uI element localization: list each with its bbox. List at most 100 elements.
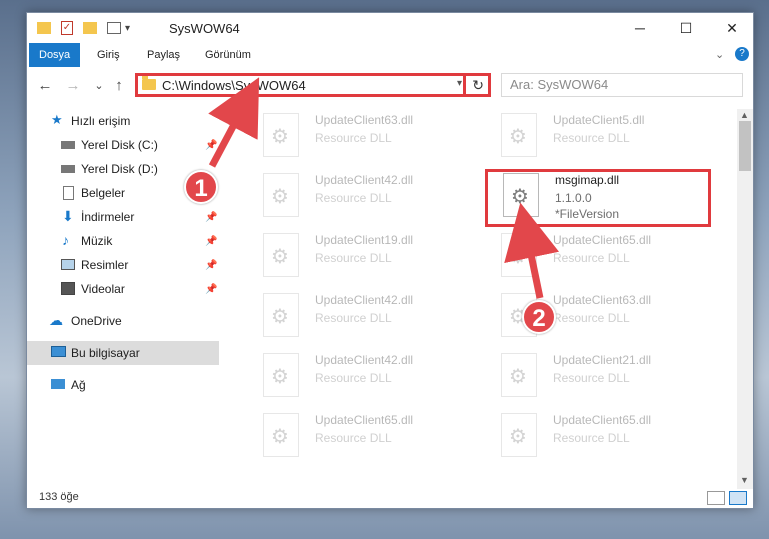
vertical-scrollbar[interactable]: ▲ ▼ — [737, 109, 753, 489]
list-item[interactable]: UpdateClient63.dll Resource DLL — [485, 291, 715, 343]
new-folder-icon[interactable] — [83, 22, 97, 34]
customize-dropdown-icon[interactable]: ▾ — [125, 23, 130, 34]
file-type: Resource DLL — [553, 131, 630, 145]
file-name: UpdateClient63.dll — [553, 293, 652, 307]
close-button[interactable]: ✕ — [709, 13, 755, 43]
large-icons-view-icon[interactable] — [729, 491, 747, 505]
dll-file-icon — [263, 293, 299, 337]
document-icon — [63, 186, 74, 200]
file-type: Resource DLL — [553, 251, 630, 265]
view-menu-icon[interactable] — [107, 22, 121, 34]
sidebar-item-quick-access[interactable]: ★ Hızlı erişim — [27, 109, 219, 133]
details-view-icon[interactable] — [707, 491, 725, 505]
file-type: Resource DLL — [553, 371, 630, 385]
sidebar-item-label: Bu bilgisayar — [71, 346, 140, 360]
tab-view[interactable]: Görünüm — [195, 43, 261, 67]
star-icon: ★ — [51, 112, 63, 127]
sidebar-item-onedrive[interactable]: ☁ OneDrive — [27, 309, 219, 333]
help-icon[interactable]: ? — [735, 47, 749, 61]
sidebar-item-music[interactable]: ♪ Müzik 📌 — [27, 229, 219, 253]
picture-icon — [61, 259, 75, 270]
dll-file-icon — [501, 353, 537, 397]
back-button[interactable]: ← — [35, 75, 55, 95]
sidebar-item-label: Resimler — [81, 258, 129, 272]
computer-icon — [51, 346, 66, 357]
tab-home[interactable]: Giriş — [87, 43, 130, 67]
list-item[interactable]: UpdateClient42.dll Resource DLL — [247, 351, 477, 403]
dll-file-icon — [501, 233, 537, 277]
file-type: Resource DLL — [315, 131, 392, 145]
maximize-button[interactable]: ☐ — [663, 13, 709, 43]
music-icon: ♪ — [62, 232, 69, 248]
address-text: C:\Windows\SysWOW64 — [162, 77, 306, 93]
file-type: Resource DLL — [315, 191, 392, 205]
sidebar-item-pictures[interactable]: Resimler 📌 — [27, 253, 219, 277]
sidebar-item-downloads[interactable]: ⬇ İndirmeler 📌 — [27, 205, 219, 229]
list-item[interactable]: UpdateClient5.dll Resource DLL — [485, 111, 715, 163]
sidebar-item-this-pc[interactable]: Bu bilgisayar — [27, 341, 219, 365]
properties-icon[interactable]: ✓ — [61, 21, 73, 35]
sidebar-item-label: Yerel Disk (D:) — [81, 162, 158, 176]
quick-access-toolbar: ✓ ▾ — [37, 19, 130, 37]
pin-icon[interactable]: 📌 — [205, 140, 217, 151]
ribbon-tabs: Dosya Giriş Paylaş Görünüm ⌄ ? — [27, 43, 753, 67]
step-marker-2: 2 — [522, 300, 556, 334]
file-name: UpdateClient21.dll — [553, 353, 652, 367]
file-type: Resource DLL — [315, 431, 392, 445]
scroll-thumb[interactable] — [739, 121, 751, 171]
list-item[interactable]: UpdateClient65.dll Resource DLL — [485, 411, 715, 463]
pin-icon[interactable]: 📌 — [205, 284, 217, 295]
folder-icon — [142, 76, 156, 90]
sidebar-item-videos[interactable]: Videolar 📌 — [27, 277, 219, 301]
list-item[interactable]: UpdateClient63.dll Resource DLL — [247, 111, 477, 163]
sidebar-item-label: Belgeler — [81, 186, 126, 200]
file-name: UpdateClient42.dll — [315, 173, 414, 187]
sidebar-item-label: İndirmeler — [81, 210, 135, 224]
scroll-down-icon[interactable]: ▼ — [740, 475, 749, 485]
sidebar-item-network[interactable]: Ağ — [27, 373, 219, 397]
step-marker-1: 1 — [184, 170, 218, 204]
file-name: UpdateClient5.dll — [553, 113, 645, 127]
list-item[interactable]: UpdateClient42.dll Resource DLL — [247, 291, 477, 343]
list-item[interactable]: UpdateClient65.dll Resource DLL — [247, 411, 477, 463]
file-type: Resource DLL — [315, 311, 392, 325]
cloud-icon: ☁ — [49, 312, 63, 328]
ribbon-expand-icon[interactable]: ⌄ — [715, 48, 724, 61]
drive-icon — [61, 165, 75, 173]
scroll-up-icon[interactable]: ▲ — [740, 110, 749, 120]
list-item[interactable]: UpdateClient42.dll Resource DLL — [247, 171, 477, 223]
pin-icon[interactable]: 📌 — [205, 212, 217, 223]
sidebar-item-disk-c[interactable]: Yerel Disk (C:) 📌 — [27, 133, 219, 157]
list-item[interactable]: UpdateClient19.dll Resource DLL — [247, 231, 477, 283]
search-input[interactable]: Ara: SysWOW64 — [501, 73, 743, 97]
pin-icon[interactable]: 📌 — [205, 236, 217, 247]
file-name: UpdateClient19.dll — [315, 233, 414, 247]
address-bar[interactable]: C:\Windows\SysWOW64 ▾ ↻ — [135, 73, 491, 97]
tab-file[interactable]: Dosya — [29, 43, 81, 67]
window-title: SysWOW64 — [169, 21, 240, 36]
highlight-box — [485, 169, 711, 227]
file-list: UpdateClient63.dll Resource DLL UpdateCl… — [227, 109, 737, 489]
up-button[interactable]: ↑ — [109, 75, 129, 95]
folder-icon[interactable] — [37, 22, 51, 34]
forward-button[interactable]: → — [63, 75, 83, 95]
title-bar: ✓ ▾ SysWOW64 ─ ☐ ✕ — [27, 13, 753, 43]
pin-icon[interactable]: 📌 — [205, 260, 217, 271]
tab-share[interactable]: Paylaş — [137, 43, 190, 67]
minimize-button[interactable]: ─ — [617, 13, 663, 43]
sidebar-item-label: Videolar — [81, 282, 125, 296]
file-type: Resource DLL — [315, 371, 392, 385]
chevron-down-icon[interactable]: ▾ — [457, 78, 462, 89]
recent-locations-button[interactable]: ⌄ — [89, 75, 109, 95]
download-icon: ⬇ — [62, 208, 74, 224]
file-name: UpdateClient42.dll — [315, 293, 414, 307]
file-name: UpdateClient65.dll — [553, 233, 652, 247]
list-item[interactable]: UpdateClient65.dll Resource DLL — [485, 231, 715, 283]
refresh-button[interactable]: ↻ — [472, 77, 484, 94]
drive-icon — [61, 141, 75, 149]
dll-file-icon — [263, 353, 299, 397]
dll-file-icon — [501, 113, 537, 157]
sidebar-item-label: Yerel Disk (C:) — [81, 138, 158, 152]
list-item[interactable]: UpdateClient21.dll Resource DLL — [485, 351, 715, 403]
sidebar-item-label: Hızlı erişim — [71, 114, 131, 128]
